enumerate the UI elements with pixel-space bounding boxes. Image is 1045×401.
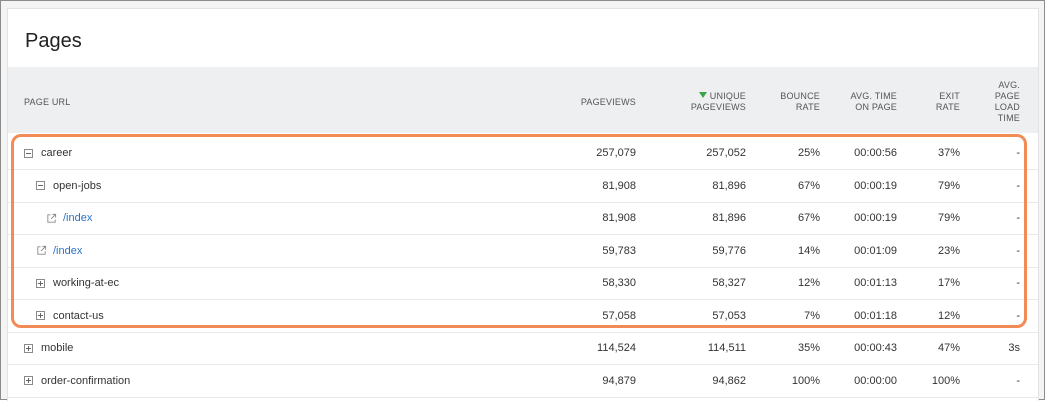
bounce-rate-cell: 67% — [797, 212, 820, 224]
avg-page-load-time-cell: - — [1016, 277, 1020, 289]
page-folder-label: open-jobs — [53, 179, 102, 192]
page-link[interactable]: /index — [53, 244, 82, 258]
unique-pageviews-cell: 58,327 — [712, 277, 746, 289]
unique-pageviews-cell: 81,896 — [712, 212, 746, 224]
sort-descending-icon — [698, 92, 707, 98]
table-row[interactable]: mobile 114,524 114,511 35% 00:00:43 47% 3s — [8, 332, 1038, 365]
pageviews-cell: 81,908 — [602, 212, 636, 224]
pageviews-cell: 58,330 — [602, 277, 636, 289]
avg-page-load-time-cell: - — [1016, 147, 1020, 159]
pageviews-cell: 257,079 — [596, 147, 636, 159]
page-url-cell: contact-us — [36, 309, 104, 323]
external-link-icon[interactable] — [36, 245, 47, 256]
avg-page-load-time-cell: - — [1016, 309, 1020, 322]
collapse-icon[interactable] — [24, 148, 33, 158]
expand-icon[interactable] — [36, 311, 45, 320]
page-folder-label: order-confirmation — [41, 374, 131, 387]
unique-pageviews-cell: 114,511 — [707, 342, 746, 354]
exit-rate-cell: 100% — [931, 374, 960, 387]
table-row[interactable]: contact-us 57,058 57,053 7% 00:01:18 12% - — [8, 300, 1038, 333]
exit-rate-cell: 12% — [937, 309, 960, 322]
page-url-cell: /index — [46, 211, 92, 225]
pageviews-cell: 94,879 — [602, 374, 636, 387]
avg-page-load-time-cell: 3s — [1008, 342, 1020, 354]
exit-rate-cell: 79% — [937, 212, 960, 224]
bounce-rate-cell: 25% — [797, 147, 820, 159]
pageviews-cell: 114,524 — [597, 342, 636, 354]
expand-icon[interactable] — [36, 278, 45, 288]
page-folder-label: mobile — [41, 342, 74, 354]
column-header-page-url[interactable]: PAGE URL — [24, 97, 70, 108]
avg-page-load-time-cell: - — [1016, 374, 1020, 387]
table-row[interactable]: /index 81,908 81,896 67% 00:00:19 79% - — [8, 202, 1038, 235]
pageviews-cell: 81,908 — [602, 179, 636, 192]
exit-rate-cell: 23% — [937, 244, 960, 257]
expand-icon[interactable] — [24, 343, 33, 353]
page-folder-label: career — [41, 147, 73, 159]
column-header-bounce-rate[interactable]: BOUNCE RATE — [740, 91, 820, 113]
column-header-exit-rate[interactable]: EXIT RATE — [880, 91, 960, 113]
table-row[interactable]: working-at-ec 58,330 58,327 12% 00:01:13 17% - — [8, 267, 1038, 300]
column-header-avg-page-load-time[interactable]: AVG. PAGE LOAD TIME — [960, 80, 1020, 124]
pages-report-card: Pages PAGE URL PAGEVIEWS UNIQUE PAGEVIEW… — [7, 8, 1039, 401]
table-header: PAGE URL PAGEVIEWS UNIQUE PAGEVIEWS BOUN… — [8, 67, 1038, 133]
external-link-icon[interactable] — [46, 213, 57, 224]
table-row[interactable]: /index 59,783 59,776 14% 00:01:09 23% - — [8, 235, 1038, 268]
page-folder-label: contact-us — [53, 309, 104, 322]
page-folder-label: working-at-ec — [53, 277, 120, 289]
avg-page-load-time-cell: - — [1016, 179, 1020, 192]
bounce-rate-cell: 14% — [797, 244, 820, 257]
expand-icon[interactable] — [24, 376, 33, 385]
unique-pageviews-cell: 57,053 — [712, 309, 746, 322]
bounce-rate-cell: 35% — [797, 342, 820, 354]
exit-rate-cell: 79% — [937, 179, 960, 192]
page-url-cell: mobile — [24, 341, 73, 355]
table-row[interactable]: career 257,079 257,052 25% 00:00:56 37% - — [8, 137, 1038, 170]
bounce-rate-cell: 100% — [791, 374, 820, 387]
page-title: Pages — [25, 30, 82, 52]
avg-page-load-time-cell: - — [1016, 244, 1020, 257]
page-url-cell: order-confirmation — [24, 374, 130, 388]
page-url-cell: /index — [36, 244, 82, 258]
table-row[interactable]: order-confirmation 94,879 94,862 100% 00:00:… — [8, 365, 1038, 398]
unique-pageviews-cell: 94,862 — [712, 374, 746, 387]
exit-rate-cell: 37% — [937, 147, 960, 159]
pageviews-cell: 59,783 — [602, 244, 636, 257]
avg-page-load-time-cell: - — [1016, 212, 1020, 224]
bounce-rate-cell: 67% — [797, 179, 820, 192]
table-row[interactable]: open-jobs 81,908 81,896 67% 00:00:19 79% - — [8, 170, 1038, 203]
page-link[interactable]: /index — [63, 211, 92, 225]
page-url-cell: open-jobs — [36, 179, 101, 193]
collapse-icon[interactable] — [36, 181, 45, 190]
unique-pageviews-cell: 257,052 — [706, 147, 746, 159]
page-url-cell: working-at-ec — [36, 276, 119, 290]
page-url-cell: career — [24, 146, 72, 160]
exit-rate-cell: 17% — [937, 277, 960, 289]
bounce-rate-cell: 7% — [804, 309, 820, 322]
pageviews-cell: 57,058 — [602, 309, 636, 322]
column-header-unique-pageviews[interactable]: UNIQUE PAGEVIEWS — [646, 91, 746, 113]
exit-rate-cell: 47% — [937, 342, 960, 354]
bounce-rate-cell: 12% — [797, 277, 820, 289]
column-header-pageviews[interactable]: PAGEVIEWS — [536, 97, 636, 108]
unique-pageviews-cell: 59,776 — [712, 244, 746, 257]
unique-pageviews-cell: 81,896 — [712, 179, 746, 192]
